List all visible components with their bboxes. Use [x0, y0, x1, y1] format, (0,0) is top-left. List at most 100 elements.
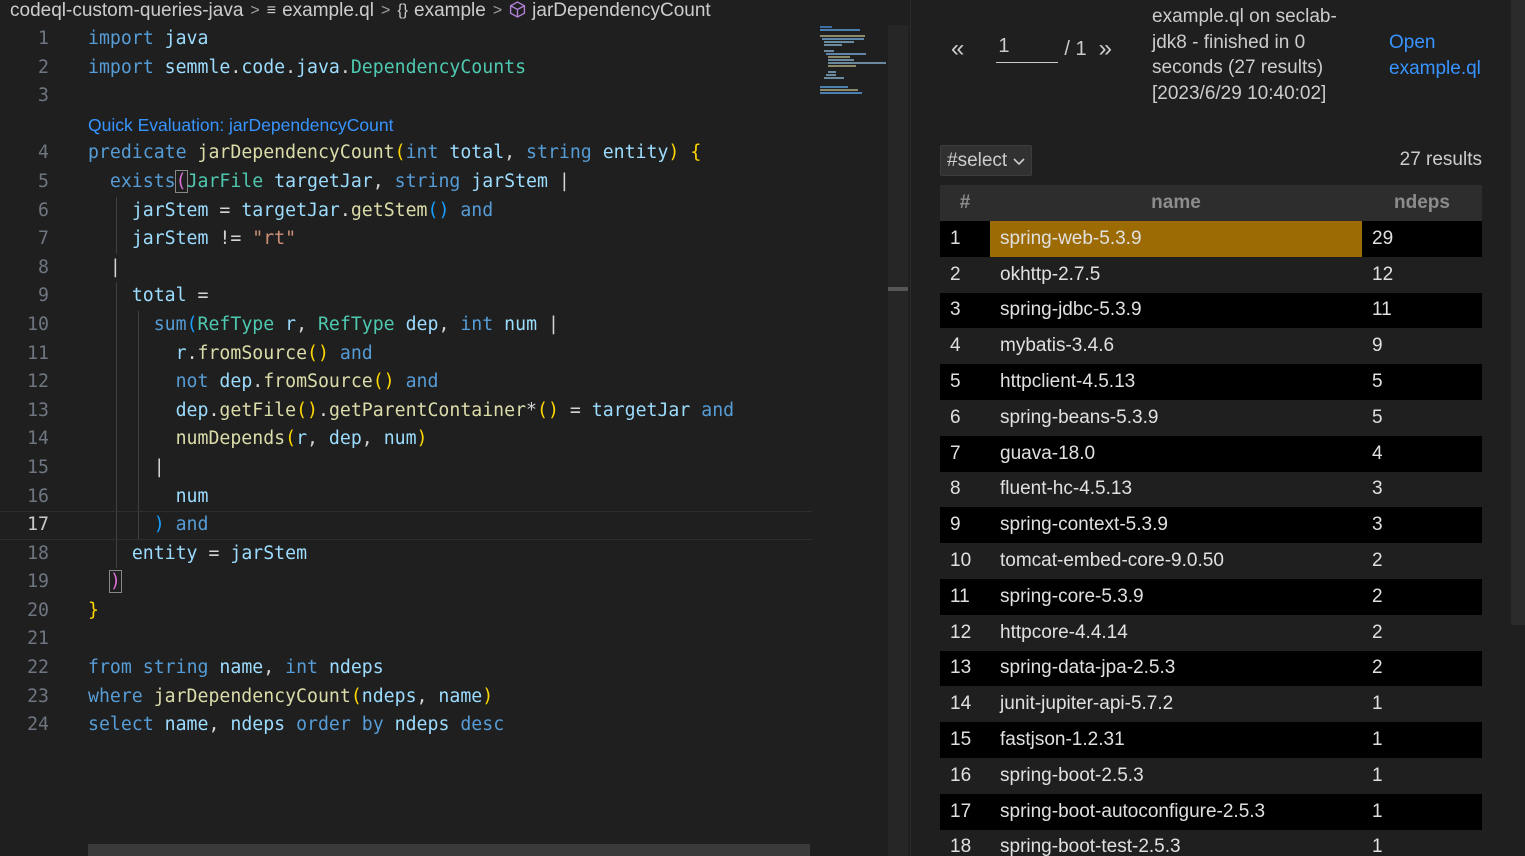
- breadcrumb-file[interactable]: example.ql: [282, 0, 374, 22]
- row-ndeps-cell: 11: [1362, 292, 1482, 329]
- row-index-cell: 7: [940, 435, 990, 472]
- code-area[interactable]: 1 import java 2 import semmle.code.java.De…: [0, 25, 812, 740]
- row-ndeps-cell: 1: [1362, 722, 1482, 758]
- code-line[interactable]: 5 exists(JarFile targetJar, string jarSt…: [0, 168, 812, 197]
- breadcrumb-symbol[interactable]: jarDependencyCount: [532, 0, 711, 22]
- table-row[interactable]: 9 spring-context-5.3.9 3: [940, 507, 1482, 544]
- table-row[interactable]: 2 okhttp-2.7.5 12: [940, 256, 1482, 293]
- table-row[interactable]: 3 spring-jdbc-5.3.9 11: [940, 292, 1482, 329]
- code-line[interactable]: 7 jarStem != "rt": [0, 225, 812, 254]
- next-page-button[interactable]: »: [1099, 35, 1112, 63]
- results-table: # name ndeps 1 spring-web-5.3.9 29 2 okhttp-…: [940, 185, 1482, 856]
- row-name-cell[interactable]: spring-data-jpa-2.5.3: [990, 650, 1362, 687]
- row-name-cell[interactable]: mybatis-3.4.6: [990, 328, 1362, 365]
- previous-page-button[interactable]: «: [951, 35, 964, 63]
- table-row[interactable]: 13 spring-data-jpa-2.5.3 2: [940, 650, 1482, 687]
- row-name-cell[interactable]: junit-jupiter-api-5.7.2: [990, 686, 1362, 723]
- row-ndeps-cell: 1: [1362, 829, 1482, 856]
- code-line[interactable]: 19 ): [0, 568, 812, 597]
- code-line[interactable]: 11 r.fromSource() and: [0, 339, 812, 369]
- column-header-index[interactable]: #: [940, 185, 990, 221]
- line-number: 16: [27, 485, 49, 507]
- code-line[interactable]: 13 dep.getFile().getParentContainer*() =…: [0, 396, 812, 426]
- code-line-current[interactable]: 17 ) and: [0, 511, 812, 540]
- code-line[interactable]: 18 entity = jarStem: [0, 539, 812, 569]
- table-row[interactable]: 11 spring-core-5.3.9 2: [940, 578, 1482, 615]
- code-line[interactable]: 3: [0, 82, 812, 111]
- table-row[interactable]: 5 httpclient-4.5.13 5: [940, 364, 1482, 400]
- table-row[interactable]: 4 mybatis-3.4.6 9: [940, 328, 1482, 365]
- table-row[interactable]: 6 spring-beans-5.3.9 5: [940, 399, 1482, 436]
- row-name-cell[interactable]: fastjson-1.2.31: [990, 722, 1362, 758]
- table-row[interactable]: 15 fastjson-1.2.31 1: [940, 722, 1482, 758]
- code-line[interactable]: 24 select name, ndeps order by ndeps desc: [0, 711, 812, 740]
- table-row[interactable]: 16 spring-boot-2.5.3 1: [940, 757, 1482, 794]
- code-line[interactable]: 9 total =: [0, 282, 812, 311]
- row-name-cell[interactable]: httpcore-4.4.14: [990, 614, 1362, 651]
- row-index-cell: 14: [940, 686, 990, 723]
- scrollbar-thumb[interactable]: [888, 287, 908, 291]
- table-row[interactable]: 12 httpcore-4.4.14 2: [940, 614, 1482, 651]
- open-query-file-link[interactable]: Open example.ql: [1389, 30, 1499, 81]
- quick-evaluation-link[interactable]: Quick Evaluation: jarDependencyCount: [88, 111, 393, 140]
- code-line[interactable]: 10 sum(RefType r, RefType dep, int num |: [0, 310, 812, 340]
- row-name-cell[interactable]: spring-web-5.3.9: [990, 221, 1362, 257]
- pagination: « / 1 »: [951, 35, 1112, 63]
- line-number: 20: [27, 599, 49, 621]
- table-row[interactable]: 18 spring-boot-test-2.5.3 1: [940, 829, 1482, 856]
- column-header-name[interactable]: name: [990, 185, 1362, 221]
- column-header-ndeps[interactable]: ndeps: [1362, 185, 1482, 221]
- row-name-cell[interactable]: spring-core-5.3.9: [990, 578, 1362, 615]
- chevron-right-icon: >: [380, 2, 391, 19]
- table-row[interactable]: 8 fluent-hc-4.5.13 3: [940, 471, 1482, 508]
- editor-horizontal-scrollbar[interactable]: [88, 844, 810, 856]
- row-name-cell[interactable]: spring-boot-autoconfigure-2.5.3: [990, 793, 1362, 830]
- code-line[interactable]: 23 where jarDependencyCount(ndeps, name): [0, 683, 812, 712]
- line-number: 21: [27, 628, 49, 650]
- row-name-cell[interactable]: spring-boot-test-2.5.3: [990, 829, 1362, 856]
- minimap[interactable]: [818, 24, 888, 94]
- table-row[interactable]: 17 spring-boot-autoconfigure-2.5.3 1: [940, 793, 1482, 830]
- code-line[interactable]: 21: [0, 625, 812, 654]
- row-name-cell[interactable]: okhttp-2.7.5: [990, 256, 1362, 293]
- code-line[interactable]: 20}: [0, 597, 812, 626]
- row-ndeps-cell: 5: [1362, 364, 1482, 400]
- breadcrumb-project[interactable]: codeql-custom-queries-java: [10, 0, 243, 22]
- row-name-cell[interactable]: guava-18.0: [990, 435, 1362, 472]
- editor-vertical-scrollbar[interactable]: [888, 25, 908, 856]
- code-editor[interactable]: codeql-custom-queries-java > ≡ example.q…: [0, 0, 910, 856]
- row-name-cell[interactable]: spring-beans-5.3.9: [990, 399, 1362, 436]
- row-name-cell[interactable]: spring-jdbc-5.3.9: [990, 292, 1362, 329]
- breadcrumb-module[interactable]: example: [414, 0, 486, 22]
- row-name-cell[interactable]: spring-boot-2.5.3: [990, 757, 1362, 794]
- result-set-select[interactable]: #select: [940, 145, 1033, 176]
- table-row[interactable]: 1 spring-web-5.3.9 29: [940, 221, 1482, 257]
- code-line[interactable]: 4 predicate jarDependencyCount(int total,…: [0, 139, 812, 168]
- page-number-input[interactable]: [996, 35, 1059, 63]
- code-line[interactable]: 12 not dep.fromSource() and: [0, 368, 812, 397]
- code-line[interactable]: 16 num: [0, 482, 812, 512]
- code-line[interactable]: 1 import java: [0, 25, 812, 54]
- row-index-cell: 5: [940, 364, 990, 400]
- code-line[interactable]: 14 numDepends(r, dep, num): [0, 425, 812, 454]
- row-index-cell: 11: [940, 578, 990, 615]
- table-row[interactable]: 7 guava-18.0 4: [940, 435, 1482, 472]
- file-lines-icon: ≡: [266, 2, 277, 19]
- row-name-cell[interactable]: spring-context-5.3.9: [990, 507, 1362, 544]
- table-row[interactable]: 14 junit-jupiter-api-5.7.2 1: [940, 686, 1482, 723]
- row-name-cell[interactable]: tomcat-embed-core-9.0.50: [990, 543, 1362, 579]
- line-number: 6: [38, 199, 49, 221]
- result-count: 27 results: [1399, 149, 1482, 170]
- row-index-cell: 3: [940, 292, 990, 329]
- row-index-cell: 10: [940, 543, 990, 579]
- code-line[interactable]: 15 |: [0, 453, 812, 483]
- results-vertical-scrollbar[interactable]: [1511, 0, 1525, 625]
- code-line[interactable]: 22 from string name, int ndeps: [0, 654, 812, 683]
- code-line[interactable]: 2 import semmle.code.java.DependencyCount…: [0, 54, 812, 83]
- row-ndeps-cell: 9: [1362, 328, 1482, 365]
- code-line[interactable]: 6 jarStem = targetJar.getStem() and: [0, 196, 812, 226]
- row-name-cell[interactable]: httpclient-4.5.13: [990, 364, 1362, 400]
- code-line[interactable]: 8 |: [0, 254, 812, 283]
- row-name-cell[interactable]: fluent-hc-4.5.13: [990, 471, 1362, 508]
- table-row[interactable]: 10 tomcat-embed-core-9.0.50 2: [940, 543, 1482, 579]
